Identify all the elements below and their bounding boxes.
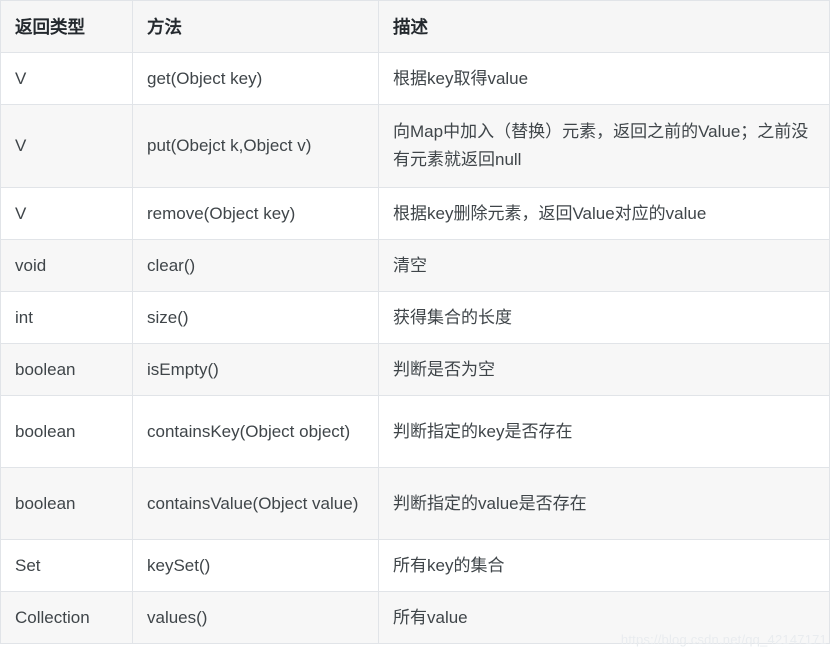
description-text: 根据key取得value <box>393 68 529 88</box>
table-row: V remove(Object key) 根据key删除元素，返回Value对应… <box>0 187 830 240</box>
method-text: clear() <box>147 255 196 275</box>
cell-method: put(Obejct k,Object v) <box>132 104 379 188</box>
cell-description: 根据key取得value <box>378 52 830 105</box>
cell-description: 获得集合的长度 <box>378 291 830 344</box>
column-header-description: 描述 <box>378 0 830 53</box>
table-header: 返回类型 方法 描述 <box>0 0 830 53</box>
cell-return-type: boolean <box>0 343 133 396</box>
description-text: 向Map中加入（替换）元素，返回之前的Value；之前没有元素就返回null <box>393 122 809 169</box>
cell-return-type: Collection <box>0 591 133 644</box>
table-row: void clear() 清空 <box>0 239 830 292</box>
cell-return-type: boolean <box>0 467 133 540</box>
cell-return-type: boolean <box>0 395 133 468</box>
cell-method: keySet() <box>132 539 379 592</box>
cell-method: get(Object key) <box>132 52 379 105</box>
cell-description: 判断指定的value是否存在 <box>378 467 830 540</box>
table-row: boolean containsValue(Object value) 判断指定… <box>0 467 830 540</box>
map-methods-table: 返回类型 方法 描述 V get(Object key) 根据key取得valu… <box>0 0 830 644</box>
method-text: keySet() <box>147 555 211 575</box>
method-text: put(Obejct k,Object v) <box>147 136 312 155</box>
method-text: values() <box>147 607 208 627</box>
method-text: remove(Object key) <box>147 203 296 223</box>
cell-description: 根据key删除元素，返回Value对应的value <box>378 187 830 240</box>
return-type-text: Collection <box>15 607 90 627</box>
table-row: Set keySet() 所有key的集合 <box>0 539 830 592</box>
table-row: boolean containsKey(Object object) 判断指定的… <box>0 395 830 468</box>
cell-return-type: Set <box>0 539 133 592</box>
method-text: containsValue(Object value) <box>147 493 359 513</box>
table-row: int size() 获得集合的长度 <box>0 291 830 344</box>
cell-method: containsValue(Object value) <box>132 467 379 540</box>
cell-return-type: V <box>0 187 133 240</box>
column-header-return-type: 返回类型 <box>0 0 133 53</box>
cell-description: 判断是否为空 <box>378 343 830 396</box>
return-type-text: V <box>15 203 27 223</box>
cell-return-type: int <box>0 291 133 344</box>
description-text: 判断指定的key是否存在 <box>393 421 573 441</box>
column-header-method: 方法 <box>132 0 379 53</box>
cell-description: 向Map中加入（替换）元素，返回之前的Value；之前没有元素就返回null <box>378 104 830 188</box>
table-row: V get(Object key) 根据key取得value <box>0 52 830 105</box>
cell-description: 所有value <box>378 591 830 644</box>
description-text: 所有key的集合 <box>393 555 505 575</box>
return-type-text: boolean <box>15 359 76 379</box>
return-type-text: boolean <box>15 493 76 513</box>
cell-method: remove(Object key) <box>132 187 379 240</box>
description-text: 判断指定的value是否存在 <box>393 493 587 513</box>
return-type-text: V <box>15 68 27 88</box>
description-text: 根据key删除元素，返回Value对应的value <box>393 203 707 223</box>
method-text: size() <box>147 307 189 327</box>
return-type-text: int <box>15 307 33 327</box>
return-type-text: V <box>15 136 27 155</box>
cell-return-type: V <box>0 52 133 105</box>
cell-description: 所有key的集合 <box>378 539 830 592</box>
table-header-row: 返回类型 方法 描述 <box>0 0 830 53</box>
table-row: V put(Obejct k,Object v) 向Map中加入（替换）元素，返… <box>0 104 830 188</box>
cell-description: 判断指定的key是否存在 <box>378 395 830 468</box>
cell-method: clear() <box>132 239 379 292</box>
description-text: 判断是否为空 <box>393 359 495 379</box>
cell-method: values() <box>132 591 379 644</box>
cell-return-type: V <box>0 104 133 188</box>
description-text: 所有value <box>393 607 468 627</box>
description-text: 获得集合的长度 <box>393 307 512 327</box>
table-row: Collection values() 所有value <box>0 591 830 644</box>
return-type-text: Set <box>15 555 41 575</box>
table-body: V get(Object key) 根据key取得value V put(Obe… <box>0 52 830 644</box>
cell-return-type: void <box>0 239 133 292</box>
description-text: 清空 <box>393 255 427 275</box>
cell-description: 清空 <box>378 239 830 292</box>
cell-method: size() <box>132 291 379 344</box>
method-text: isEmpty() <box>147 359 219 379</box>
table-row: boolean isEmpty() 判断是否为空 <box>0 343 830 396</box>
cell-method: containsKey(Object object) <box>132 395 379 468</box>
cell-method: isEmpty() <box>132 343 379 396</box>
method-text: get(Object key) <box>147 68 263 88</box>
return-type-text: boolean <box>15 421 76 441</box>
map-methods-table-container: 返回类型 方法 描述 V get(Object key) 根据key取得valu… <box>0 0 835 655</box>
method-text: containsKey(Object object) <box>147 421 351 441</box>
return-type-text: void <box>15 255 47 275</box>
